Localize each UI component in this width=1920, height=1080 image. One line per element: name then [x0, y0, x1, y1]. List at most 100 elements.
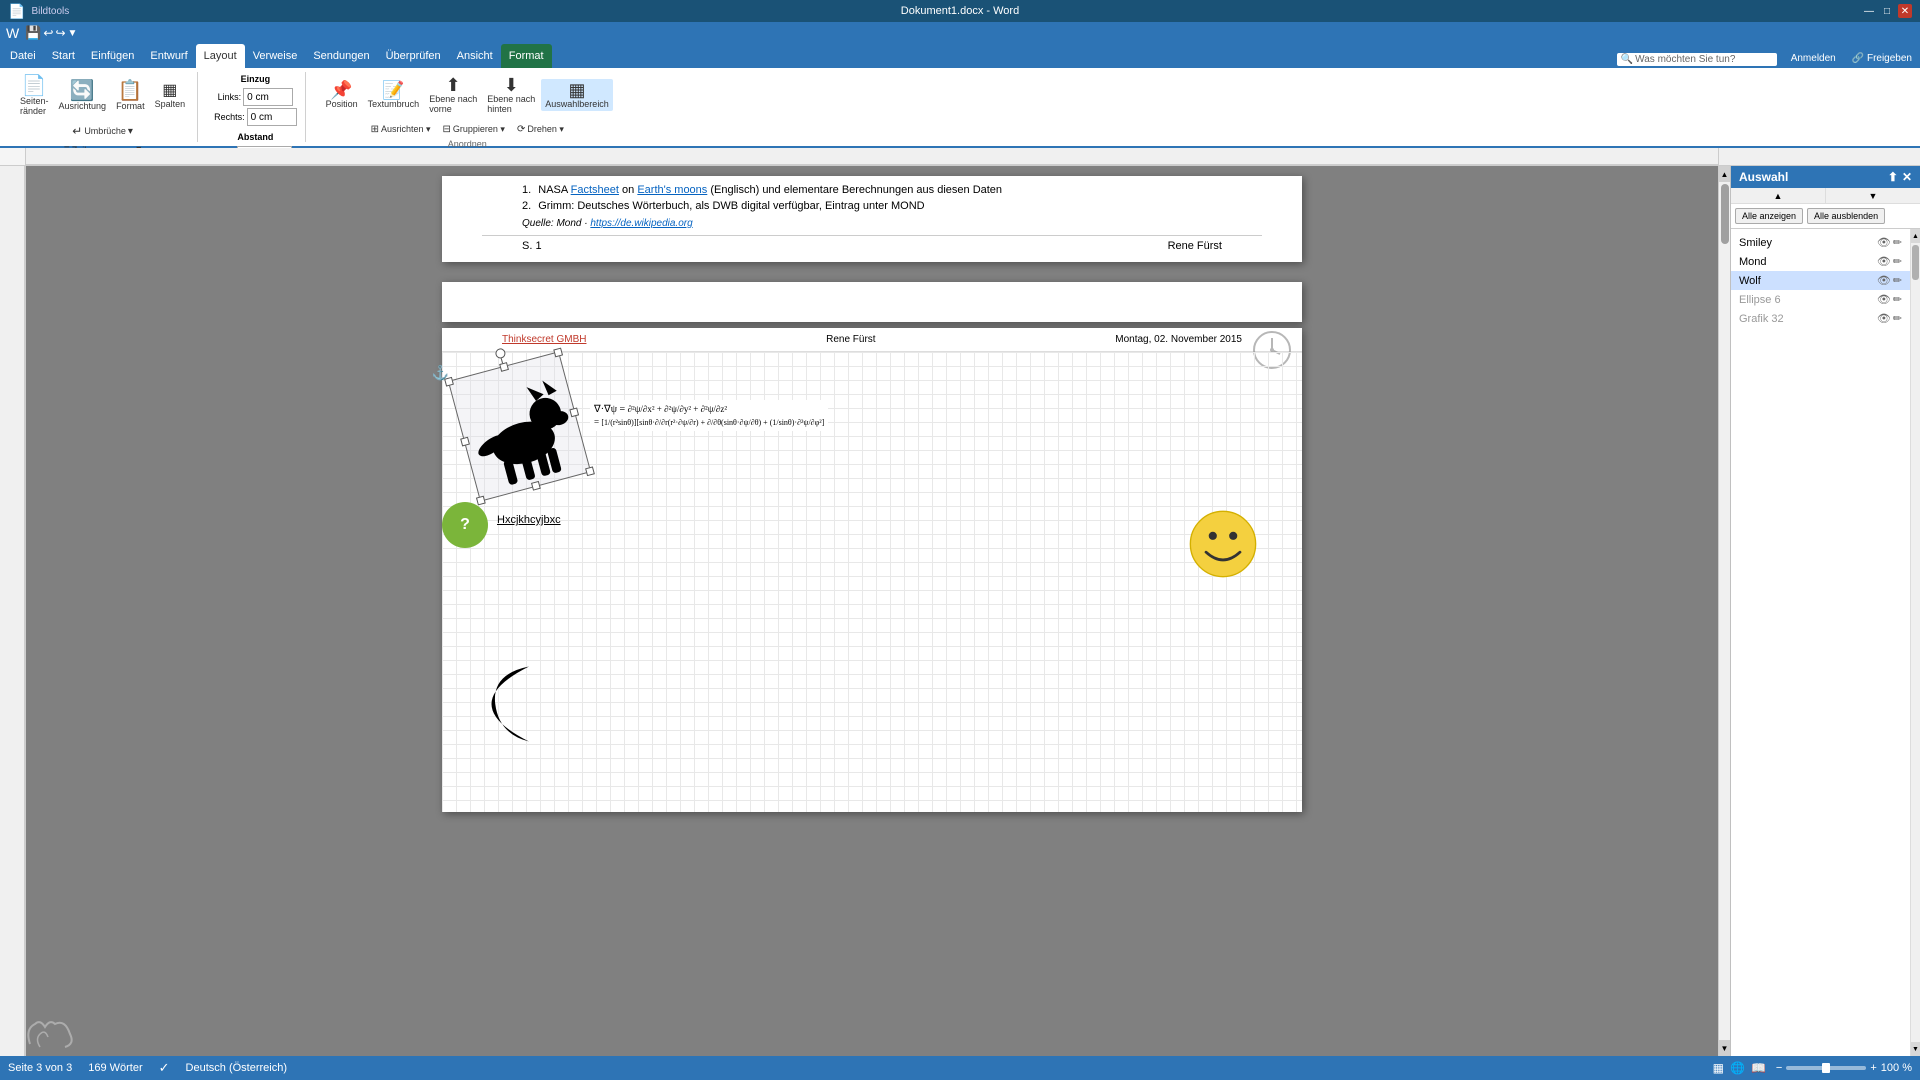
panel-close-btn[interactable]: ✕	[1902, 170, 1912, 184]
view-web-btn[interactable]: 🌐	[1728, 1059, 1747, 1077]
zoom-level[interactable]: 100 %	[1881, 1062, 1912, 1074]
wolf-visible-icon[interactable]: 👁	[1877, 274, 1891, 287]
smiley-visible-icon[interactable]: 👁	[1877, 236, 1891, 249]
panel-expand-btn[interactable]: ⬆	[1888, 170, 1898, 184]
close-btn[interactable]: ✕	[1898, 4, 1912, 18]
panel-item-mond[interactable]: Mond 👁 ✏	[1731, 252, 1910, 271]
panel-item-smiley[interactable]: Smiley 👁 ✏	[1731, 233, 1910, 252]
umbrueche-btn[interactable]: ↵ Umbrüche ▾	[68, 122, 137, 140]
alle-ausblenden-btn[interactable]: Alle ausblenden	[1807, 208, 1885, 224]
ribbon-content: 📄 Seiten-ränder 🔄 Ausrichtung 📋 Format ▦…	[0, 68, 1920, 148]
page1-footer: S. 1 Rene Fürst	[482, 235, 1262, 256]
panel-scroll-down[interactable]: ▼	[1911, 1042, 1920, 1056]
page3-content-area: ⚓	[442, 352, 1302, 812]
status-right: ▦ 🌐 📖 − + 100 %	[1711, 1059, 1912, 1077]
spell-check-icon[interactable]: ✓	[159, 1060, 170, 1076]
scroll-down-btn[interactable]: ▼	[1719, 1040, 1730, 1056]
ellipse-question: ?	[460, 516, 470, 534]
seitenraender-btn[interactable]: 📄 Seiten-ränder	[16, 74, 53, 118]
company-link[interactable]: Thinksecret GMBH	[502, 334, 586, 345]
smiley-edit-icon[interactable]: ✏	[1893, 236, 1902, 249]
ausrichten-btn[interactable]: ⊞ Ausrichten ▾	[367, 122, 435, 137]
panel-scroll-thumb[interactable]	[1912, 245, 1919, 280]
wolf-edit-icon[interactable]: ✏	[1893, 274, 1902, 287]
main-scrollbar[interactable]: ▲ ▼	[1718, 166, 1730, 1056]
panel-header: Auswahl ⬆ ✕	[1731, 166, 1920, 188]
source-url[interactable]: https://de.wikipedia.org	[590, 218, 692, 229]
view-read-btn[interactable]: 📖	[1749, 1059, 1768, 1077]
tab-verweise[interactable]: Verweise	[245, 44, 306, 68]
mond-edit-icon[interactable]: ✏	[1893, 255, 1902, 268]
format-btn[interactable]: 📋 Format	[112, 79, 149, 113]
mond-visible-icon[interactable]: 👁	[1877, 255, 1891, 268]
zoom-slider[interactable]	[1786, 1066, 1866, 1070]
tab-layout[interactable]: Layout	[196, 44, 245, 68]
panel-scroll-up[interactable]: ▲	[1911, 229, 1920, 243]
grafik32-edit-icon[interactable]: ✏	[1893, 312, 1902, 325]
moon-crescent[interactable]	[484, 659, 559, 752]
tab-start[interactable]: Start	[44, 44, 83, 68]
grafik32-visible-icon[interactable]: 👁	[1877, 312, 1891, 325]
position-btn[interactable]: 📌 Position	[322, 79, 362, 111]
tab-sendungen[interactable]: Sendungen	[305, 44, 377, 68]
gruppieren-btn[interactable]: ⊟ Gruppieren ▾	[439, 122, 509, 137]
tab-format[interactable]: Format	[501, 44, 552, 68]
ebene-vorne-btn[interactable]: ⬆ Ebene nachvorne	[425, 74, 481, 116]
source-line: Quelle: Mond · https://de.wikipedia.org	[522, 218, 1222, 229]
smiley-face[interactable]	[1189, 510, 1257, 578]
rechts-input-group: Rechts:	[214, 108, 297, 126]
tab-ueberpruefen[interactable]: Überprüfen	[378, 44, 449, 68]
qa-dropdown-btn[interactable]: ▼	[68, 28, 78, 39]
spalten-btn[interactable]: ▦ Spalten	[151, 81, 190, 111]
ausrichtung-btn[interactable]: 🔄 Ausrichtung	[55, 79, 111, 113]
bottom-logo	[20, 1009, 80, 1052]
main-area: 1. NASA Factsheet on Earth's moonsNASA F…	[0, 166, 1920, 1056]
panel-item-grafik32[interactable]: Grafik 32 👁 ✏	[1731, 309, 1910, 328]
drehen-btn[interactable]: ⟳ Drehen ▾	[513, 122, 568, 137]
auswahlbereich-btn[interactable]: ▦ Auswahlbereich	[541, 79, 613, 111]
page1-list-item-1: 1. NASA Factsheet on Earth's moonsNASA F…	[522, 184, 1222, 196]
panel-item-ellipse6[interactable]: Ellipse 6 👁 ✏	[1731, 290, 1910, 309]
tab-datei[interactable]: Datei	[2, 44, 44, 68]
scroll-thumb[interactable]	[1721, 184, 1729, 244]
rechts-input[interactable]	[247, 108, 297, 126]
minimize-btn[interactable]: —	[1862, 4, 1876, 18]
view-print-btn[interactable]: ▦	[1711, 1059, 1726, 1077]
ebene-hinten-btn[interactable]: ⬇ Ebene nachhinten	[483, 74, 539, 116]
panel-content: Smiley 👁 ✏ Mond 👁 ✏ Wolf	[1731, 229, 1920, 1056]
panel-item-wolf[interactable]: Wolf 👁 ✏	[1731, 271, 1910, 290]
ruler-horizontal: // ruler marks drawn in SVG inline	[26, 148, 1718, 166]
zoom-in-btn[interactable]: +	[1870, 1062, 1876, 1074]
panel-scroll-down-btn[interactable]: ▼	[1826, 188, 1920, 203]
redo-qa-btn[interactable]: ↪	[55, 26, 65, 40]
pages-scroll[interactable]: 1. NASA Factsheet on Earth's moonsNASA F…	[26, 166, 1718, 1056]
view-mode-btns: ▦ 🌐 📖	[1711, 1059, 1768, 1077]
save-qa-btn[interactable]: 💾	[25, 25, 41, 41]
page-1: 1. NASA Factsheet on Earth's moonsNASA F…	[442, 176, 1302, 262]
green-ellipse[interactable]: ?	[442, 502, 488, 548]
tab-ansicht[interactable]: Ansicht	[449, 44, 501, 68]
zoom-out-btn[interactable]: −	[1776, 1062, 1782, 1074]
anmelden-btn[interactable]: Anmelden	[1785, 51, 1842, 66]
ruler-vertical	[0, 166, 26, 1056]
tab-einfuegen[interactable]: Einfügen	[83, 44, 142, 68]
freigeben-btn[interactable]: 🔗 Freigeben	[1846, 51, 1918, 66]
panel-items-list: Smiley 👁 ✏ Mond 👁 ✏ Wolf	[1731, 229, 1910, 1056]
search-label: Was möchten Sie tun?	[1635, 54, 1735, 65]
undo-qa-btn[interactable]: ↩	[43, 26, 53, 40]
maximize-btn[interactable]: □	[1880, 4, 1894, 18]
tab-entwurf[interactable]: Entwurf	[142, 44, 195, 68]
alle-anzeigen-btn[interactable]: Alle anzeigen	[1735, 208, 1803, 224]
links-input[interactable]	[243, 88, 293, 106]
header-author: Rene Fürst	[826, 334, 875, 345]
ellipse6-visible-icon[interactable]: 👁	[1877, 293, 1891, 306]
text-hxcjkh[interactable]: Hxcjkhcyjbxc	[497, 514, 561, 526]
ellipse6-edit-icon[interactable]: ✏	[1893, 293, 1902, 306]
ribbon-group-seite: 📄 Seiten-ränder 🔄 Ausrichtung 📋 Format ▦…	[8, 72, 198, 142]
scroll-up-btn[interactable]: ▲	[1719, 166, 1730, 182]
page1-content: 1. NASA Factsheet on Earth's moonsNASA F…	[442, 176, 1302, 229]
page3-header: Thinksecret GMBH Rene Fürst Montag, 02. …	[442, 328, 1302, 352]
panel-scroll-up-btn[interactable]: ▲	[1731, 188, 1826, 203]
textumbruch-btn[interactable]: 📝 Textumbruch	[364, 79, 424, 111]
header-date: Montag, 02. November 2015	[1115, 334, 1242, 345]
